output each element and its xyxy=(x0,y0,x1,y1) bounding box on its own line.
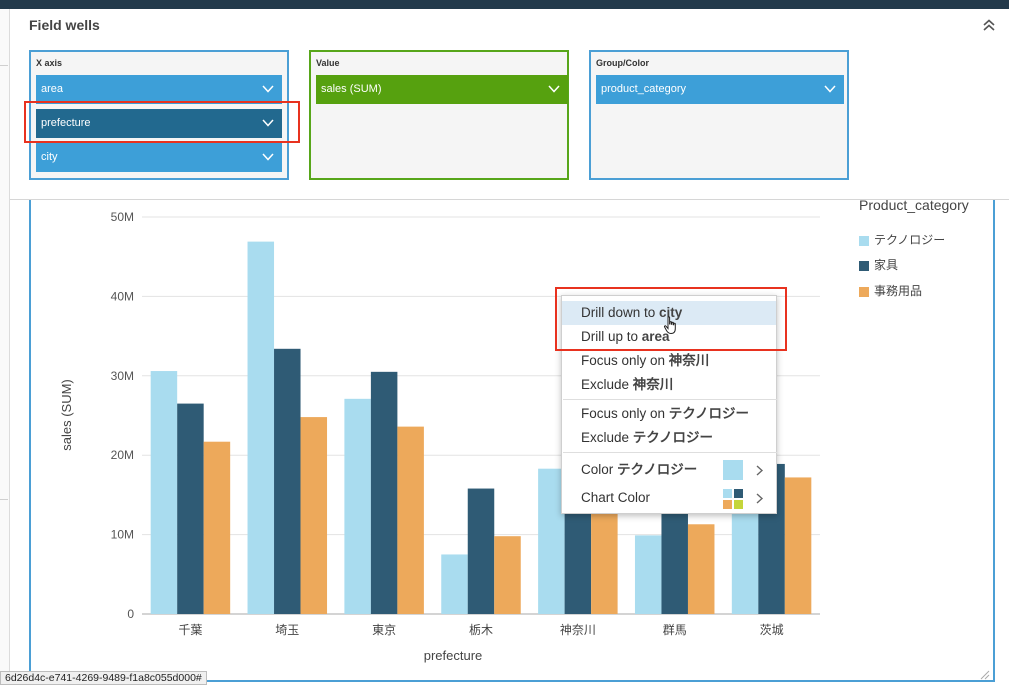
menu-item-focus-prefecture[interactable]: Focus only on 神奈川 xyxy=(562,349,776,373)
x-tick-label: 東京 xyxy=(372,623,396,637)
legend-swatch xyxy=(859,235,869,246)
legend-label: 事務用品 xyxy=(874,284,923,298)
y-tick-label: 30M xyxy=(111,369,134,383)
y-tick-label: 50M xyxy=(111,210,134,224)
menu-target: テクノロジー xyxy=(632,430,713,445)
menu-item-exclude-prefecture[interactable]: Exclude 神奈川 xyxy=(562,373,776,397)
x-tick-label: 栃木 xyxy=(469,623,493,637)
bar[interactable] xyxy=(397,426,424,614)
swatch xyxy=(723,500,732,509)
bar[interactable] xyxy=(467,488,495,614)
bar[interactable] xyxy=(247,241,275,614)
hand-cursor-icon xyxy=(663,316,676,335)
menu-separator xyxy=(563,399,777,400)
y-tick-label: 0 xyxy=(127,607,134,621)
menu-text: Color xyxy=(581,462,618,477)
legend-label: テクノロジー xyxy=(874,233,946,247)
bar[interactable] xyxy=(494,536,521,614)
menu-item-color-category[interactable]: Color テクノロジー xyxy=(562,458,776,482)
swatch xyxy=(723,489,732,498)
menu-text: Exclude xyxy=(581,430,633,445)
bar[interactable] xyxy=(150,371,178,614)
menu-target: テクノロジー xyxy=(617,462,698,477)
y-axis-title: sales (SUM) xyxy=(59,379,74,451)
bar[interactable] xyxy=(203,441,231,614)
menu-text: Focus only on xyxy=(581,406,669,421)
bar[interactable] xyxy=(274,348,301,614)
bar[interactable] xyxy=(177,403,204,614)
status-bar-url: 6d26d4c-e741-4269-9489-f1a8c055d000# xyxy=(0,671,207,685)
y-tick-labels: 0 10M 20M 30M 40M 50M xyxy=(111,210,135,621)
menu-target: テクノロジー xyxy=(668,406,749,421)
menu-text: Chart Color xyxy=(581,490,651,505)
legend-item-technology[interactable]: テクノロジー xyxy=(859,231,945,247)
bar[interactable] xyxy=(441,554,468,614)
y-tick-label: 10M xyxy=(111,528,134,542)
menu-text: Exclude xyxy=(581,377,633,392)
y-tick-label: 20M xyxy=(111,448,134,462)
chevron-right-icon xyxy=(756,493,763,504)
legend-swatch xyxy=(859,286,869,297)
x-tick-label: 茨城 xyxy=(760,623,784,637)
legend-label: 家具 xyxy=(874,258,899,272)
x-axis-title: prefecture xyxy=(424,648,483,663)
x-tick-label: 神奈川 xyxy=(560,623,596,637)
legend-item-furniture[interactable]: 家具 xyxy=(859,256,898,272)
legend-title: Product_category xyxy=(859,197,969,213)
swatch xyxy=(734,489,743,498)
color-swatch xyxy=(723,460,743,480)
x-tick-label: 埼玉 xyxy=(275,623,299,637)
chart-color-swatches xyxy=(723,489,743,509)
menu-item-focus-category[interactable]: Focus only on テクノロジー xyxy=(562,402,776,426)
menu-separator xyxy=(563,452,777,453)
menu-target: 神奈川 xyxy=(668,353,710,368)
x-tick-labels: 千葉 埼玉 東京 栃木 神奈川 群馬 茨城 xyxy=(178,623,783,637)
legend-swatch xyxy=(859,260,869,271)
menu-item-exclude-category[interactable]: Exclude テクノロジー xyxy=(562,426,776,450)
menu-target: 神奈川 xyxy=(632,377,674,392)
menu-text: Focus only on xyxy=(581,353,669,368)
legend-item-office-supplies[interactable]: 事務用品 xyxy=(859,282,922,298)
bar[interactable] xyxy=(344,398,371,614)
menu-item-chart-color[interactable]: Chart Color xyxy=(562,486,776,510)
resize-grip-icon[interactable] xyxy=(979,669,990,680)
bar[interactable] xyxy=(370,371,398,614)
bar[interactable] xyxy=(661,497,688,614)
bar[interactable] xyxy=(687,524,715,614)
swatch xyxy=(734,500,743,509)
chevron-right-icon xyxy=(756,465,763,476)
bar[interactable] xyxy=(784,477,812,614)
bar-chart: 010M20M30M40M50M 千葉 埼玉 東京 栃木 神奈川 群馬 茨城 prefect… xyxy=(59,210,820,663)
x-tick-label: 千葉 xyxy=(178,623,202,637)
bar[interactable] xyxy=(300,417,328,614)
x-tick-label: 群馬 xyxy=(663,623,687,637)
bar[interactable] xyxy=(591,506,618,614)
bar[interactable] xyxy=(634,535,662,614)
y-tick-label: 40M xyxy=(111,289,134,303)
